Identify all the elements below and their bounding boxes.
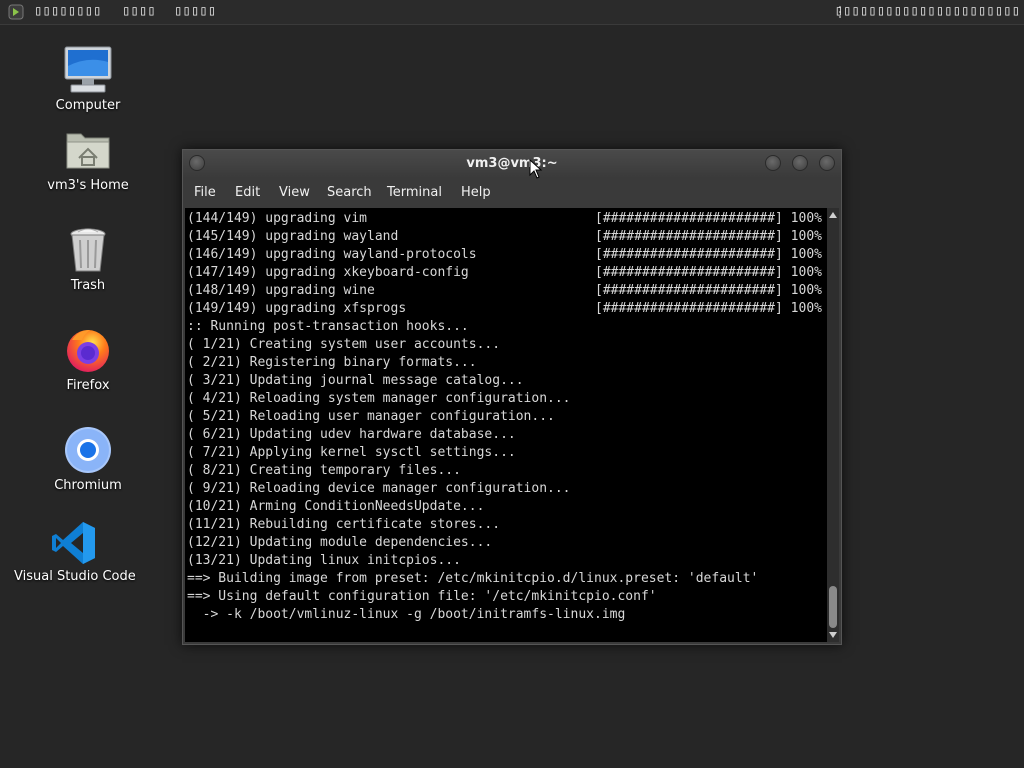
desktop-icon-label: Visual Studio Code bbox=[14, 569, 136, 584]
menu-search[interactable]: Search bbox=[327, 185, 372, 200]
window-titlebar[interactable]: vm3@vm3:~ bbox=[183, 150, 841, 178]
terminal-line: (147/149) upgrading xkeyboard-config bbox=[187, 265, 469, 280]
terminal-scrollbar[interactable] bbox=[827, 208, 839, 642]
menu-help[interactable]: Help bbox=[461, 185, 491, 200]
progress-bar-text: [######################] 100% bbox=[595, 265, 822, 280]
scroll-down-arrow-icon[interactable] bbox=[829, 632, 837, 638]
desktop-icon-trash[interactable]: Trash bbox=[28, 226, 148, 298]
terminal-line: ( 5/21) Reloading user manager configura… bbox=[187, 409, 555, 424]
terminal-line: ( 6/21) Updating udev hardware database.… bbox=[187, 427, 516, 442]
desktop-icon-label: Computer bbox=[55, 98, 121, 113]
places-menu[interactable]: ▯▯▯▯ bbox=[122, 3, 156, 19]
desktop-icon-label: Chromium bbox=[54, 478, 122, 493]
terminal-line: (10/21) Arming ConditionNeedsUpdate... bbox=[187, 499, 485, 514]
desktop-icon-chromium[interactable]: Chromium bbox=[28, 426, 148, 498]
desktop-icon-firefox[interactable]: Firefox bbox=[28, 326, 148, 398]
terminal-line: (148/149) upgrading wine bbox=[187, 283, 375, 298]
menu-edit[interactable]: Edit bbox=[235, 185, 260, 200]
maximize-button[interactable] bbox=[792, 155, 808, 171]
panel-clock[interactable]: ▯▯▯▯▯▯▯▯▯▯▯▯▯▯▯▯▯▯▯▯▯▯ bbox=[835, 3, 1020, 19]
computer-icon bbox=[64, 46, 112, 93]
menu-file[interactable]: File bbox=[194, 185, 216, 200]
terminal-line: (146/149) upgrading wayland-protocols bbox=[187, 247, 477, 262]
terminal-menubar: File Edit View Search Terminal Help bbox=[183, 178, 841, 208]
close-button[interactable] bbox=[819, 155, 835, 171]
top-panel: ▯▯▯▯▯▯▯▯ ▯▯▯▯ ▯▯▯▯▯ ▯▯▯▯▯▯▯▯▯▯▯▯▯▯▯▯▯▯▯▯… bbox=[0, 0, 1024, 25]
terminal-line: (144/149) upgrading vim bbox=[187, 211, 368, 226]
applications-menu[interactable]: ▯▯▯▯▯▯▯▯ bbox=[34, 3, 101, 19]
trash-icon bbox=[70, 228, 106, 272]
terminal-line: :: Running post-transaction hooks... bbox=[187, 319, 469, 334]
desktop-icon-computer[interactable]: Computer bbox=[28, 46, 148, 118]
menu-terminal[interactable]: Terminal bbox=[387, 185, 442, 200]
terminal-line: (149/149) upgrading xfsprogs bbox=[187, 301, 407, 316]
progress-bar-text: [######################] 100% bbox=[595, 247, 822, 262]
chromium-icon bbox=[65, 427, 111, 473]
terminal-line: ( 4/21) Reloading system manager configu… bbox=[187, 391, 571, 406]
scroll-up-arrow-icon[interactable] bbox=[829, 212, 837, 218]
terminal-window[interactable]: vm3@vm3:~ File Edit View Search Terminal… bbox=[182, 149, 842, 645]
desktop-icon-label: Firefox bbox=[66, 378, 110, 393]
progress-bar-text: [######################] 100% bbox=[595, 283, 822, 298]
terminal-line: ( 7/21) Applying kernel sysctl settings.… bbox=[187, 445, 516, 460]
firefox-icon bbox=[67, 330, 109, 372]
terminal-line: ( 3/21) Updating journal message catalog… bbox=[187, 373, 524, 388]
scrollbar-thumb[interactable] bbox=[829, 586, 837, 628]
window-title: vm3@vm3:~ bbox=[466, 156, 558, 171]
progress-bar-text: [######################] 100% bbox=[595, 229, 822, 244]
progress-bar-text: [######################] 100% bbox=[595, 211, 822, 226]
terminal-launcher-icon[interactable] bbox=[8, 4, 24, 20]
terminal-line: (12/21) Updating module dependencies... bbox=[187, 535, 493, 550]
terminal-line: ( 2/21) Registering binary formats... bbox=[187, 355, 477, 370]
terminal-line: (145/149) upgrading wayland bbox=[187, 229, 399, 244]
mouse-pointer-icon bbox=[529, 159, 543, 179]
vscode-icon bbox=[52, 522, 95, 564]
terminal-line: ==> Using default configuration file: '/… bbox=[187, 589, 657, 604]
desktop-icon-vscode[interactable]: Visual Studio Code bbox=[14, 520, 136, 592]
terminal-line: (13/21) Updating linux initcpios... bbox=[187, 553, 461, 568]
menu-view[interactable]: View bbox=[279, 185, 310, 200]
terminal-line: ==> Building image from preset: /etc/mki… bbox=[187, 571, 759, 586]
terminal-line: -> -k /boot/vmlinuz-linux -g /boot/initr… bbox=[187, 607, 626, 622]
terminal-line: ( 9/21) Reloading device manager configu… bbox=[187, 481, 571, 496]
terminal-line: ( 1/21) Creating system user accounts... bbox=[187, 337, 501, 352]
terminal-line: ( 8/21) Creating temporary files... bbox=[187, 463, 461, 478]
desktop-icon-label: vm3's Home bbox=[47, 178, 129, 193]
terminal-line: (11/21) Rebuilding certificate stores... bbox=[187, 517, 501, 532]
progress-bar-text: [######################] 100% bbox=[595, 301, 822, 316]
home-folder-icon bbox=[66, 133, 110, 169]
desktop-icon-label: Trash bbox=[70, 278, 106, 293]
desktop-icon-home[interactable]: vm3's Home bbox=[28, 128, 148, 200]
system-menu[interactable]: ▯▯▯▯▯ bbox=[174, 3, 216, 19]
minimize-button[interactable] bbox=[765, 155, 781, 171]
terminal-output[interactable]: (144/149) upgrading vim [################… bbox=[185, 208, 827, 642]
